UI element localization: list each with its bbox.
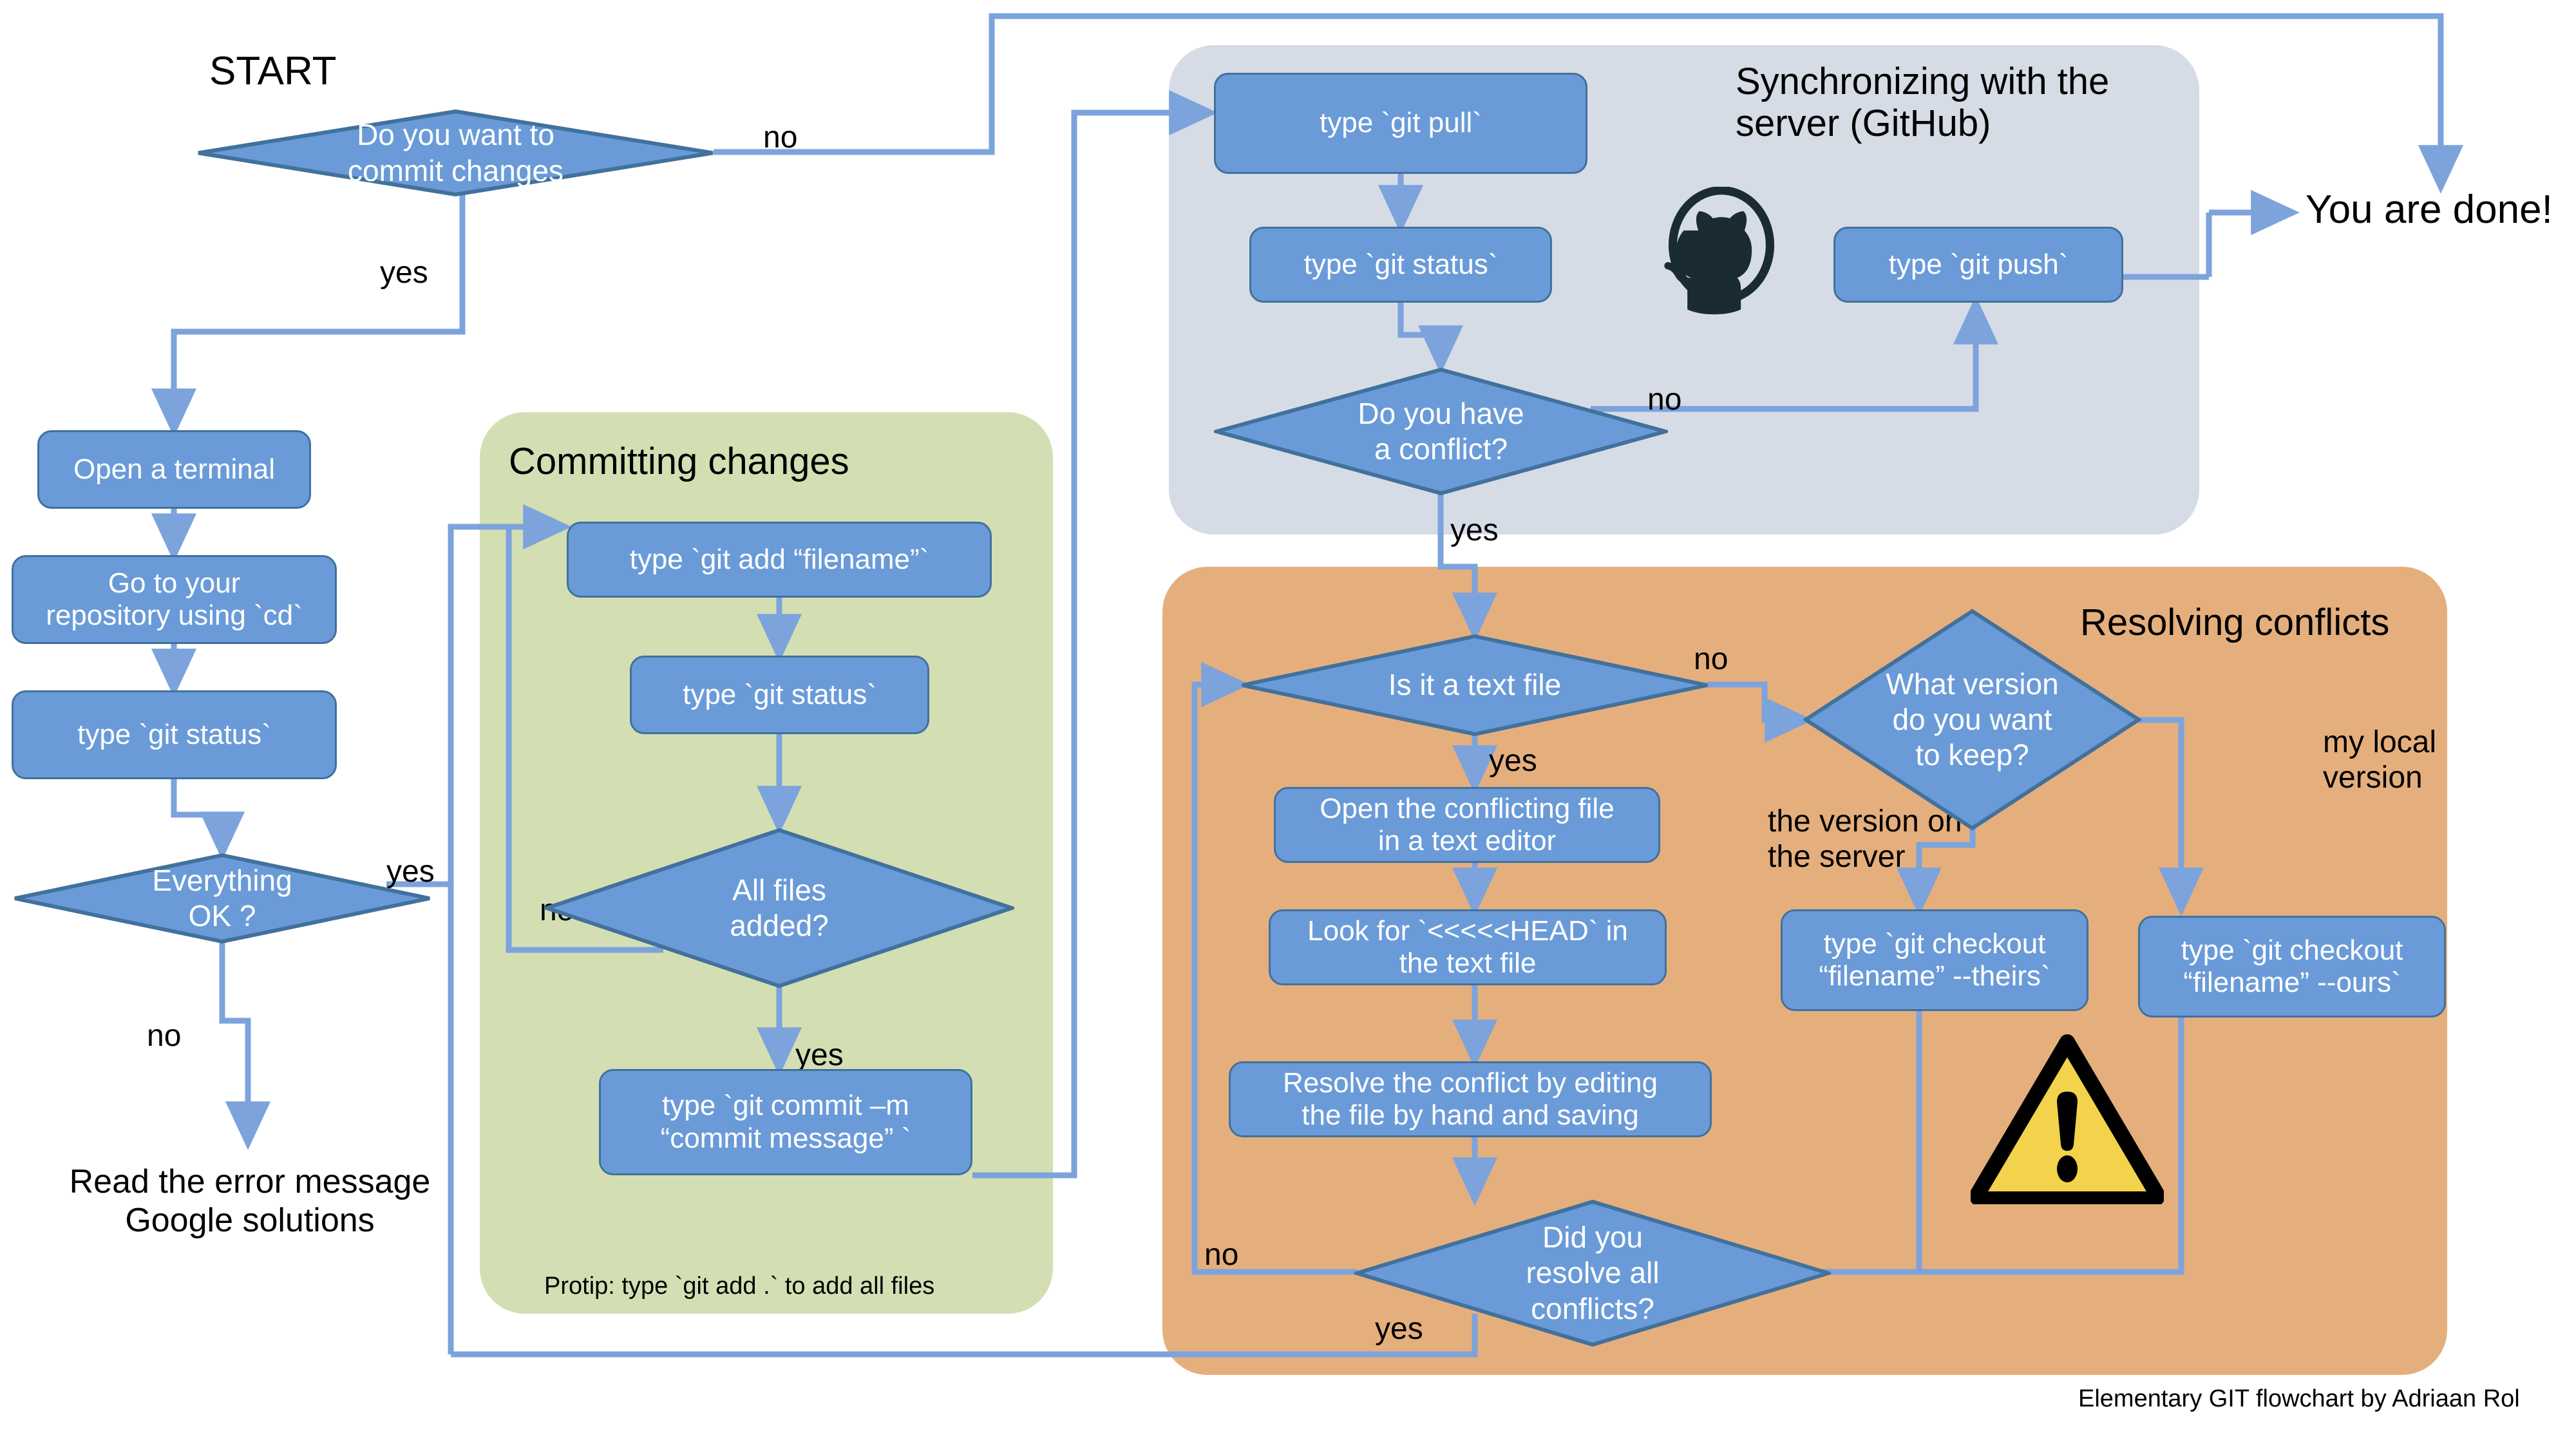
edge-label-my-local-version: my local version [2323, 724, 2436, 795]
node-git-checkout-ours-line2: “filename” --ours` [2183, 967, 2401, 998]
node-open-conflicting-file[interactable]: Open the conflicting file in a text edit… [1274, 787, 1660, 863]
node-git-status-commit[interactable]: type `git status` [630, 656, 929, 734]
node-git-commit[interactable]: type `git commit –m “commit message” ` [599, 1069, 972, 1175]
node-open-a-terminal-label: Open a terminal [73, 453, 276, 485]
edge-label-start-yes: yes [380, 256, 428, 290]
edge-label-my-local-version-line2: version [2323, 761, 2423, 795]
node-git-checkout-theirs-line2: “filename” --theirs` [1819, 960, 2050, 992]
panel-title-synchronizing-line2: server (GitHub) [1736, 102, 1991, 144]
node-git-checkout-ours[interactable]: type `git checkout “filename” --ours` [2138, 916, 2446, 1018]
label-read-error-message: Read the error message Google solutions [50, 1162, 450, 1240]
edge-label-my-local-version-line1: my local [2323, 725, 2437, 759]
node-git-pull-label: type `git pull` [1320, 107, 1482, 139]
node-git-add[interactable]: type `git add “filename”` [567, 522, 992, 598]
attribution-text: Elementary GIT flowchart by Adriaan Rol [2078, 1385, 2520, 1412]
decision-all-files-added[interactable]: All files added? [544, 828, 1014, 989]
node-git-checkout-ours-line1: type `git checkout [2181, 934, 2403, 966]
decision-is-text-file[interactable]: Is it a text file [1240, 634, 1710, 736]
edge-label-all-files-added-yes: yes [795, 1038, 844, 1072]
node-open-conflicting-file-line1: Open the conflicting file [1320, 792, 1615, 824]
label-read-error-line1: Read the error message [69, 1163, 431, 1200]
decision-everything-ok[interactable]: Everything OK ? [13, 853, 431, 943]
edge-label-everything-ok-no: no [147, 1019, 182, 1053]
node-resolve-conflict-by-editing[interactable]: Resolve the conflict by editing the file… [1229, 1061, 1712, 1137]
flowchart-canvas: Committing changes Synchronizing with th… [0, 0, 2576, 1449]
warning-triangle-icon [1969, 1030, 2165, 1207]
panel-title-synchronizing: Synchronizing with the server (GitHub) [1736, 61, 2109, 145]
edge-label-conflict-yes: yes [1450, 513, 1499, 547]
label-protip: Protip: type `git add .` to add all file… [544, 1273, 935, 1300]
decision-commit-changes[interactable]: Do you want to commit changes [196, 109, 715, 196]
edge-label-resolved-no: no [1204, 1238, 1239, 1272]
node-git-checkout-theirs-line1: type `git checkout [1823, 927, 2046, 960]
node-git-status-sync[interactable]: type `git status` [1249, 227, 1552, 303]
node-look-for-head[interactable]: Look for `<<<<<HEAD` in the text file [1269, 909, 1667, 985]
node-go-to-repository-line2: repository using `cd` [46, 600, 303, 631]
edge-label-is-text-file-yes: yes [1489, 744, 1537, 778]
panel-title-synchronizing-line1: Synchronizing with the [1736, 61, 2110, 102]
label-read-error-line2: Google solutions [125, 1202, 375, 1240]
decision-what-version[interactable]: What version do you want to keep? [1803, 609, 2141, 831]
node-git-commit-line2: “commit message” ` [660, 1122, 911, 1154]
page-title-start: START [209, 49, 337, 93]
node-git-checkout-theirs[interactable]: type `git checkout “filename” --theirs` [1781, 909, 2088, 1011]
node-resolve-conflict-line2: the file by hand and saving [1302, 1099, 1639, 1131]
panel-title-committing-changes: Committing changes [509, 440, 849, 482]
node-look-for-head-line1: Look for `<<<<<HEAD` in [1307, 914, 1628, 947]
decision-have-conflict[interactable]: Do you have a conflict? [1214, 367, 1668, 496]
node-git-status-commit-label: type `git status` [683, 678, 876, 710]
node-go-to-repository-line1: Go to your [108, 567, 241, 599]
node-open-conflicting-file-line2: in a text editor [1378, 825, 1557, 857]
node-open-a-terminal[interactable]: Open a terminal [37, 430, 311, 509]
node-git-status-left[interactable]: type `git status` [12, 690, 337, 779]
node-git-status-left-label: type `git status` [77, 718, 271, 750]
edge-label-start-no: no [763, 120, 798, 155]
node-git-push[interactable]: type `git push` [1833, 227, 2123, 303]
node-git-add-label: type `git add “filename”` [629, 543, 929, 575]
label-you-are-done: You are done! [2306, 187, 2553, 232]
github-octocat-icon [1660, 186, 1783, 316]
node-git-commit-line1: type `git commit –m [662, 1090, 909, 1122]
node-go-to-repository[interactable]: Go to your repository using `cd` [12, 555, 337, 644]
node-git-status-sync-label: type `git status` [1303, 248, 1498, 280]
decision-resolved-all-conflicts[interactable]: Did you resolve all conflicts? [1354, 1199, 1831, 1347]
node-git-pull[interactable]: type `git pull` [1214, 73, 1587, 174]
node-resolve-conflict-line1: Resolve the conflict by editing [1282, 1066, 1658, 1099]
node-git-push-label: type `git push` [1888, 248, 2069, 280]
edge-label-version-on-server-line2: the server [1768, 840, 1906, 875]
node-look-for-head-line2: the text file [1399, 947, 1537, 979]
